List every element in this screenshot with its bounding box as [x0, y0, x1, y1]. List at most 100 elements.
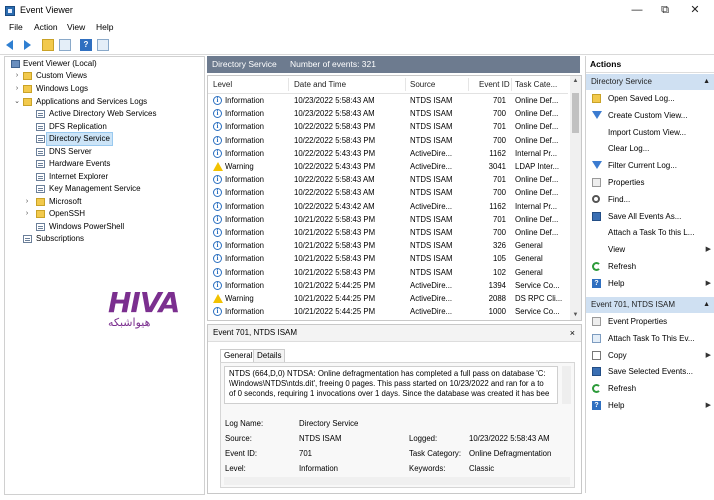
table-row[interactable]: i Information 10/21/2022 5:58:43 PM NTDS IS… [208, 252, 568, 265]
table-row[interactable]: i Information 10/21/2022 5:58:43 PM NTDS IS… [208, 266, 568, 279]
back-button[interactable] [5, 39, 17, 51]
table-row[interactable]: i Information 10/23/2022 5:58:43 AM NTDS IS… [208, 107, 568, 120]
expander[interactable]: › [23, 208, 31, 220]
scroll-down-icon[interactable]: ▼ [570, 310, 581, 320]
table-row[interactable]: i Information 10/22/2022 5:58:43 AM NTDS IS… [208, 173, 568, 186]
event-id-cell: 700 [492, 135, 506, 145]
action-properties[interactable]: Properties [586, 175, 714, 190]
minimize-button[interactable]: — [626, 3, 648, 17]
tab-details[interactable]: Details [253, 349, 286, 362]
date-cell: 10/21/2022 5:58:43 PM [294, 254, 376, 264]
table-row[interactable]: i Information 10/21/2022 5:44:25 PM ActiveD… [208, 279, 568, 292]
column-divider[interactable] [511, 78, 512, 91]
open-folder-icon[interactable] [42, 39, 54, 51]
action-clear-log[interactable]: Clear Log... [586, 141, 714, 156]
action-view[interactable]: View ▶ [586, 242, 714, 257]
properties-icon [592, 317, 601, 326]
table-row[interactable]: i Information 10/22/2022 5:58:43 PM NTDS IS… [208, 134, 568, 147]
menu-view[interactable]: View [67, 22, 85, 32]
close-button[interactable]: ✕ [684, 3, 706, 17]
event-id-cell: 1394 [488, 280, 506, 290]
show-hide-tree-icon[interactable] [59, 39, 71, 51]
information-icon: i [213, 228, 222, 237]
column-event-id[interactable]: Event ID [479, 80, 510, 89]
maximize-button[interactable]: ⧉ [654, 3, 676, 17]
action-attach-task-to-this-ev[interactable]: Attach Task To This Ev... [586, 331, 714, 346]
table-row[interactable]: i Information 10/21/2022 5:58:43 PM NTDS IS… [208, 226, 568, 239]
action-refresh[interactable]: Refresh [586, 259, 714, 274]
table-row[interactable]: i Information 10/21/2022 5:44:25 PM ActiveD… [208, 305, 568, 318]
column-task-category[interactable]: Task Cate... [515, 80, 557, 89]
table-row[interactable]: i Information 10/22/2022 5:43:42 AM ActiveD… [208, 200, 568, 213]
action-filter-current-log[interactable]: Filter Current Log... [586, 158, 714, 173]
table-row[interactable]: i Information 10/22/2022 5:43:43 PM ActiveD… [208, 147, 568, 160]
information-icon: i [213, 280, 222, 290]
help-icon: ? [592, 278, 601, 288]
task-category-cell: Online Def... [515, 188, 559, 198]
tree-item-label: Internet Explorer [49, 172, 109, 181]
event-message[interactable]: NTDS (664,D,0) NTDSA: Online defragmenta… [224, 366, 558, 404]
action-help[interactable]: ? Help ▶ [586, 276, 714, 291]
close-detail-icon[interactable]: × [570, 325, 575, 341]
action-refresh[interactable]: Refresh [586, 381, 714, 396]
action-help[interactable]: ? Help ▶ [586, 398, 714, 413]
expander[interactable]: ⌄ [13, 96, 21, 108]
scroll-up-icon[interactable]: ▲ [570, 76, 581, 86]
column-divider[interactable] [288, 78, 289, 91]
table-row[interactable]: i Information 10/22/2022 5:58:43 PM NTDS IS… [208, 120, 568, 133]
open-icon [592, 94, 601, 103]
scroll-thumb[interactable] [572, 93, 579, 133]
action-save-all-events-as[interactable]: Save All Events As... [586, 209, 714, 224]
table-row[interactable]: i Information 10/23/2022 5:58:43 AM NTDS IS… [208, 94, 568, 107]
action-label: Copy [608, 350, 627, 360]
message-scrollbar[interactable] [562, 366, 571, 404]
column-divider[interactable] [405, 78, 406, 91]
tree-item-label: Hardware Events [49, 159, 111, 168]
action-copy[interactable]: Copy ▶ [586, 348, 714, 363]
expander[interactable]: › [13, 83, 21, 95]
log-name-value: Directory Service [299, 419, 359, 428]
date-cell: 10/21/2022 5:44:25 PM [294, 280, 376, 290]
tab-general[interactable]: General [220, 349, 257, 362]
actions-section-event[interactable]: Event 701, NTDS ISAM ▲ [586, 297, 714, 313]
menu-help[interactable]: Help [96, 22, 113, 32]
menu-action[interactable]: Action [34, 22, 58, 32]
event-detail-pane: Event 701, NTDS ISAM × General Details N… [207, 324, 582, 494]
column-source[interactable]: Source [410, 80, 435, 89]
warning-icon [213, 294, 223, 303]
table-row[interactable]: i Information 10/22/2022 5:58:43 AM NTDS IS… [208, 186, 568, 199]
detail-horizontal-scrollbar[interactable] [224, 477, 570, 485]
source-cell: NTDS ISAM [410, 188, 453, 198]
table-row[interactable]: Warning 10/22/2022 5:43:43 PM ActiveDire..… [208, 160, 568, 173]
action-create-custom-view[interactable]: Create Custom View... [586, 108, 714, 123]
table-row[interactable]: i Information 10/21/2022 5:58:43 PM NTDS IS… [208, 239, 568, 252]
section-label: Directory Service [591, 77, 652, 86]
date-cell: 10/22/2022 5:58:43 AM [294, 188, 375, 198]
forward-button[interactable] [21, 39, 33, 51]
column-level[interactable]: Level [213, 80, 232, 89]
column-date-time[interactable]: Date and Time [294, 80, 346, 89]
collapse-icon[interactable]: ▲ [703, 297, 710, 313]
actions-section-directory-service[interactable]: Directory Service ▲ [586, 74, 714, 90]
action-open-saved-log[interactable]: Open Saved Log... [586, 91, 714, 106]
action-label: Find... [608, 194, 631, 204]
information-icon: i [213, 241, 222, 251]
table-row[interactable]: i Information 10/21/2022 5:58:43 PM NTDS IS… [208, 213, 568, 226]
action-event-properties[interactable]: Event Properties [586, 314, 714, 329]
collapse-icon[interactable]: ▲ [703, 74, 710, 90]
log-name-label: Log Name: [225, 419, 264, 428]
folder-icon [36, 210, 45, 218]
action-save-selected-events[interactable]: Save Selected Events... [586, 364, 714, 379]
action-import-custom-view[interactable]: Import Custom View... [586, 125, 714, 140]
column-divider[interactable] [468, 78, 469, 91]
action-attach-a-task-to-this-l[interactable]: Attach a Task To this L... [586, 225, 714, 240]
level-value: Information [299, 464, 339, 473]
menu-file[interactable]: File [9, 22, 23, 32]
table-row[interactable]: Warning 10/21/2022 5:44:25 PM ActiveDire..… [208, 292, 568, 305]
events-vertical-scrollbar[interactable]: ▲ ▼ [570, 76, 581, 320]
expander[interactable]: › [23, 196, 31, 208]
show-hide-action-pane-icon[interactable] [97, 39, 109, 51]
expander[interactable]: › [13, 70, 21, 82]
action-find[interactable]: Find... [586, 192, 714, 207]
help-icon[interactable]: ? [80, 39, 92, 51]
